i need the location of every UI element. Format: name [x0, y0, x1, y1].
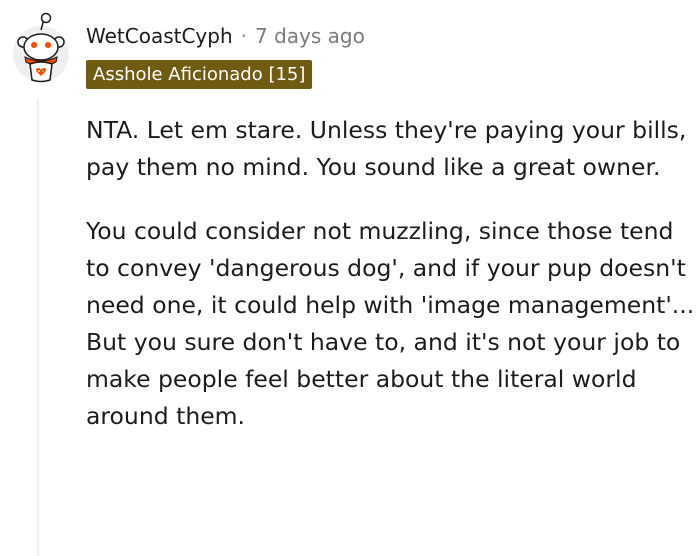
thread-line[interactable]: [37, 100, 39, 556]
snoo-avatar-icon: [13, 12, 69, 83]
comment: WetCoastCyph · 7 days ago Asshole Aficio…: [0, 0, 700, 556]
comment-body: NTA. Let em stare. Unless they're paying…: [86, 112, 696, 462]
comment-paragraph: NTA. Let em stare. Unless they're paying…: [86, 116, 687, 181]
timestamp-link[interactable]: 7 days ago: [255, 24, 365, 48]
avatar[interactable]: [10, 12, 72, 84]
comment-paragraph: You could consider not muzzling, since t…: [86, 217, 695, 430]
username-link[interactable]: WetCoastCyph: [86, 24, 233, 48]
user-flair-badge: Asshole Aficionado [15]: [86, 60, 313, 89]
comment-header: WetCoastCyph · 7 days ago: [86, 22, 365, 50]
separator-dot: ·: [240, 24, 247, 48]
